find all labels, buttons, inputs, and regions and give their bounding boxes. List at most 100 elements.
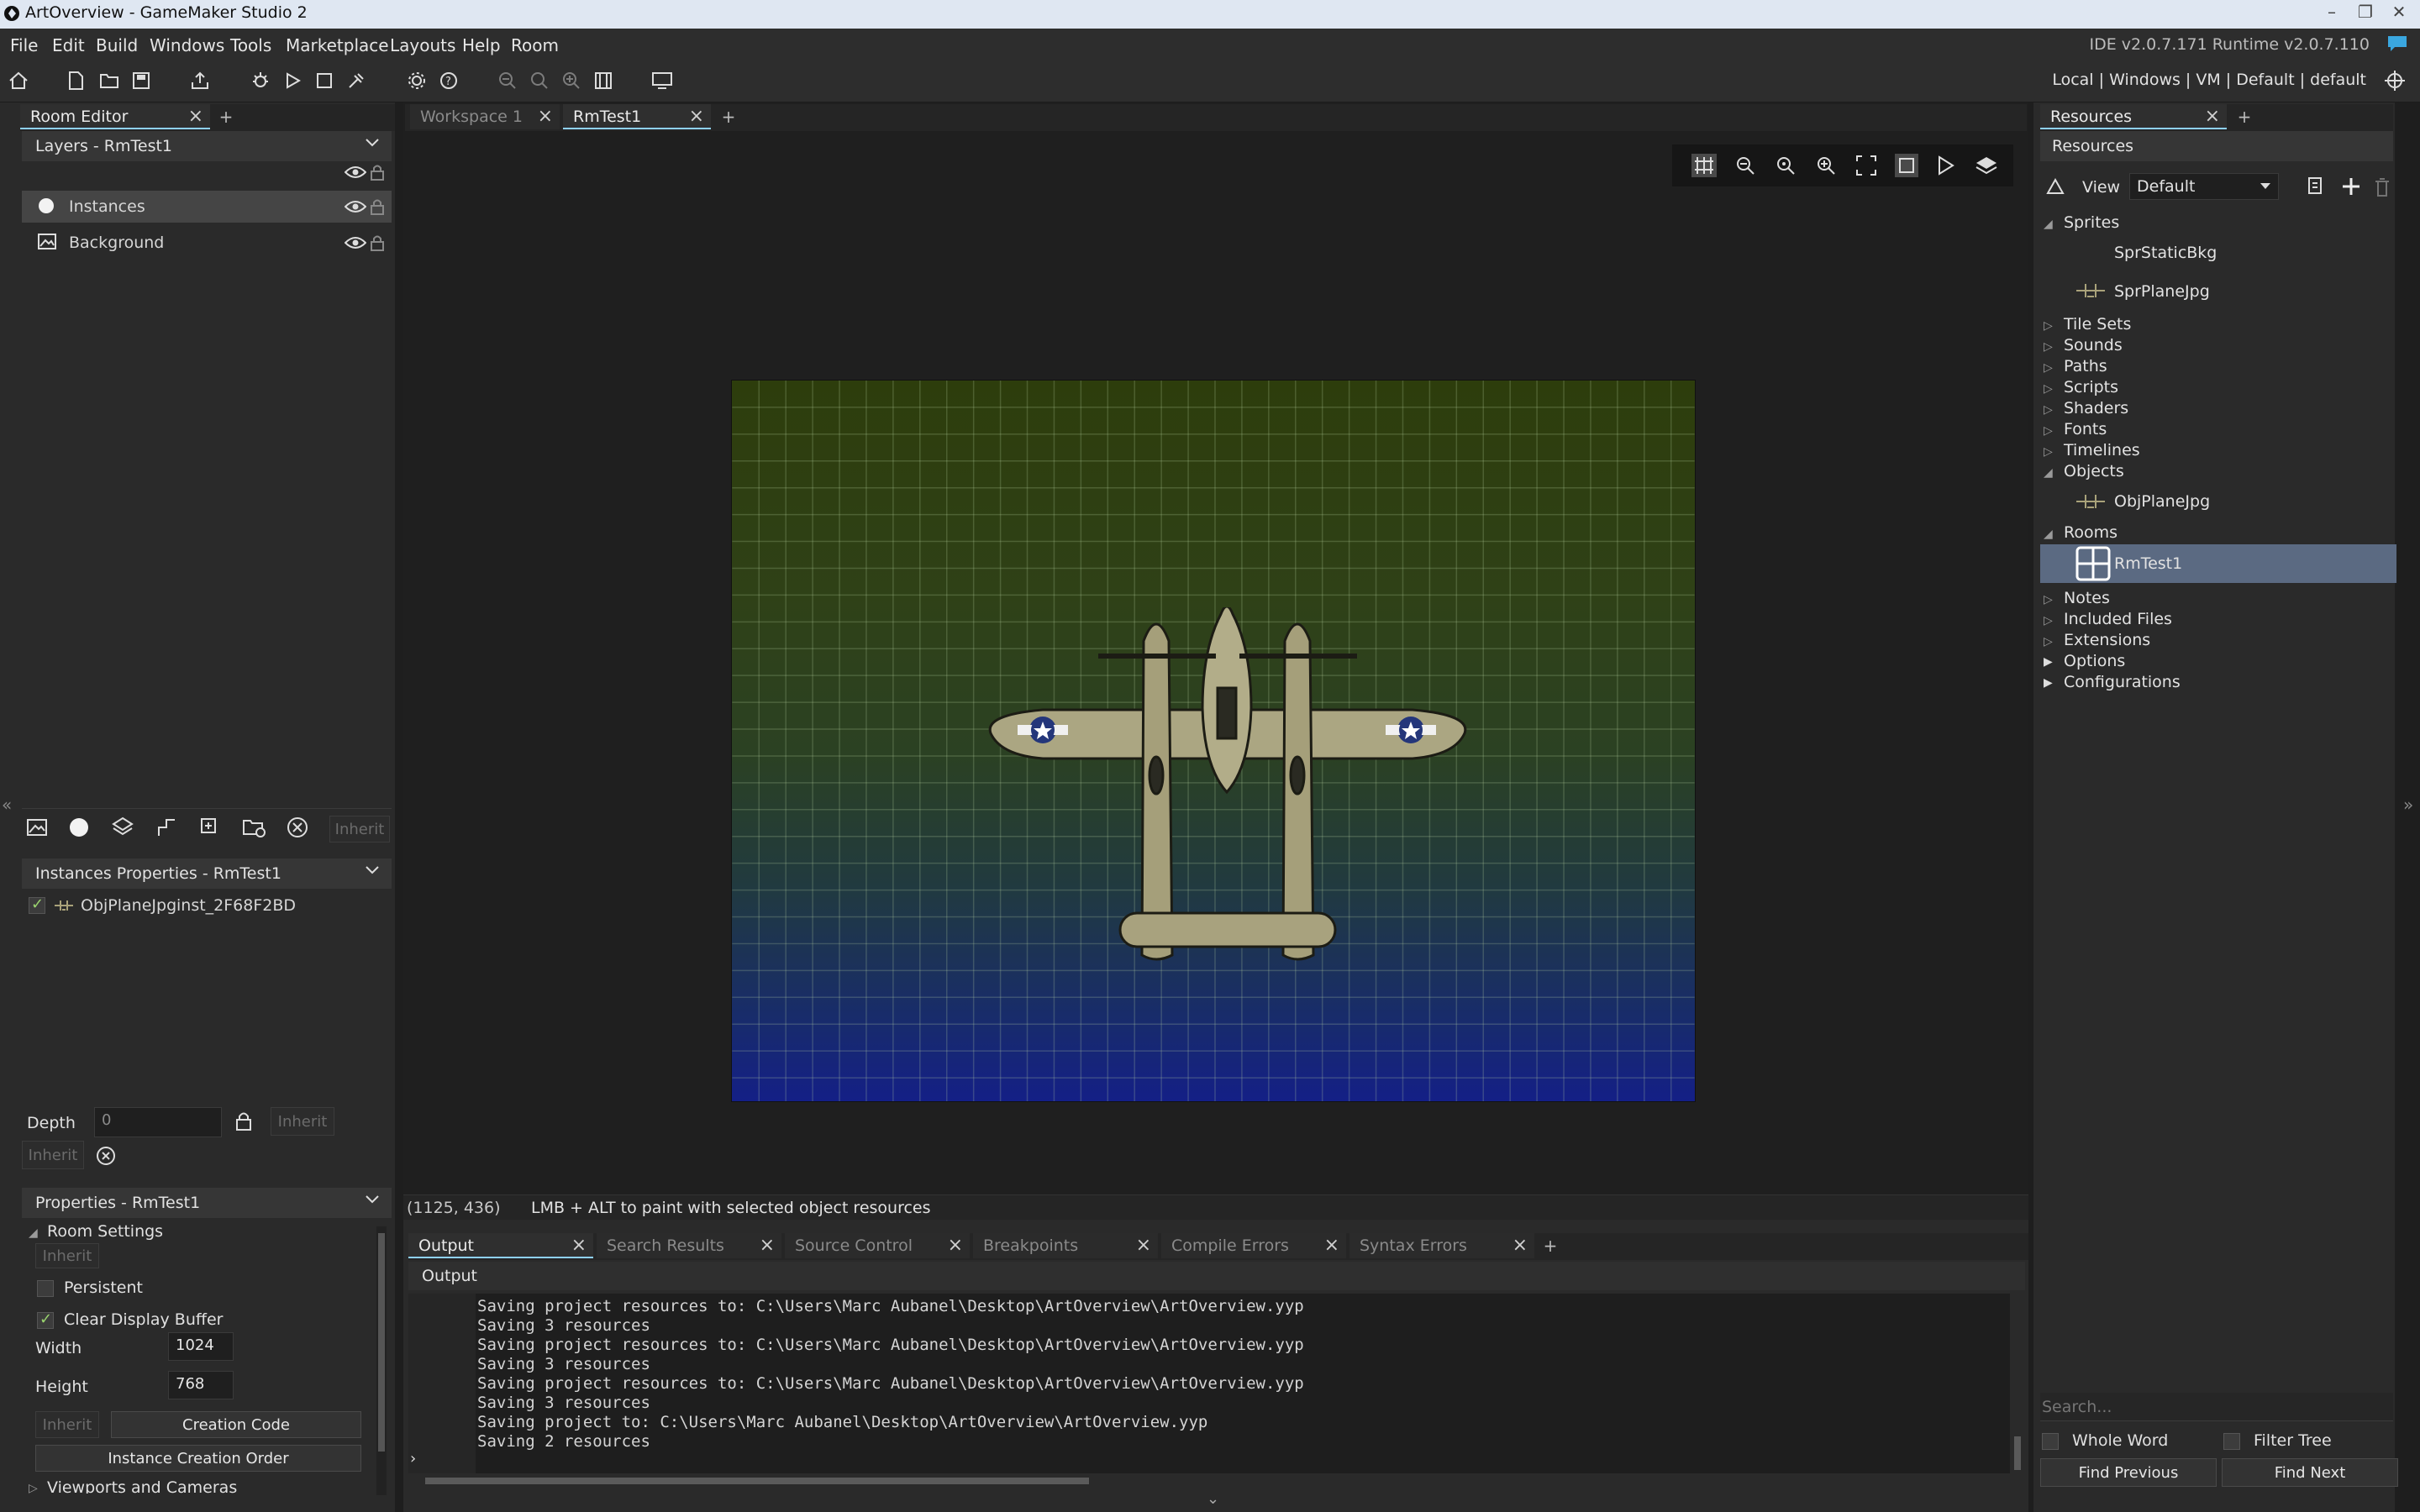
zoom-out-icon[interactable] [494, 67, 521, 94]
close-icon[interactable]: × [188, 106, 203, 127]
lock-icon[interactable] [370, 234, 385, 252]
tree-folder-options[interactable]: Options [2064, 652, 2125, 670]
menu-edit[interactable]: Edit [52, 35, 85, 55]
add-tab-button[interactable]: + [213, 104, 239, 129]
close-icon[interactable]: × [1512, 1235, 1528, 1256]
depth-inherit-button[interactable]: Inherit [271, 1107, 334, 1136]
tree-item-sprplanejpg[interactable]: SprPlaneJpg [2114, 282, 2210, 301]
add-path-layer-icon[interactable] [155, 816, 178, 839]
code-inherit-button[interactable]: Inherit [35, 1411, 99, 1438]
add-resource-icon[interactable] [2341, 176, 2361, 197]
close-icon[interactable]: × [689, 106, 704, 127]
tree-folder-timelines[interactable]: Timelines [2064, 441, 2140, 459]
eye-icon[interactable] [345, 235, 366, 250]
tree-folder-scripts[interactable]: Scripts [2064, 378, 2118, 396]
add-instance-layer-icon[interactable] [67, 816, 91, 839]
menu-help[interactable]: Help [462, 35, 501, 55]
room-canvas[interactable] [731, 380, 1696, 1102]
monitor-icon[interactable] [649, 67, 676, 94]
expanded-triangle-icon[interactable]: ◢ [2044, 528, 2053, 541]
zoom-reset-icon[interactable] [526, 67, 553, 94]
open-project-icon[interactable] [96, 67, 123, 94]
delete-resource-icon[interactable] [2373, 176, 2391, 198]
target-selector[interactable]: Local | Windows | VM | Default | default [2052, 71, 2366, 89]
minimize-button[interactable]: – [2319, 2, 2344, 24]
delete-layer-icon[interactable] [286, 816, 309, 839]
zoom-out-icon[interactable] [1734, 155, 1756, 176]
tree-folder-fonts[interactable]: Fonts [2064, 420, 2107, 438]
tree-folder-paths[interactable]: Paths [2064, 357, 2107, 375]
layer-row-background[interactable]: Background [22, 227, 392, 259]
camera-view-icon[interactable] [1894, 153, 1919, 178]
tree-folder-extensions[interactable]: Extensions [2064, 631, 2150, 649]
find-next-button[interactable]: Find Next [2222, 1458, 2398, 1487]
creation-code-button[interactable]: Creation Code [111, 1411, 361, 1438]
collapsed-triangle-icon[interactable]: ▷ [2044, 593, 2053, 606]
collapse-all-icon[interactable] [2306, 176, 2326, 198]
depth-field[interactable]: 0 [94, 1107, 222, 1137]
play-icon[interactable] [1936, 155, 1956, 176]
tab-compile-errors[interactable]: Compile Errors × [1161, 1233, 1346, 1258]
menu-layouts[interactable]: Layouts [390, 35, 455, 55]
layers-visibility-icon[interactable] [1975, 155, 1998, 176]
tree-folder-notes[interactable]: Notes [2064, 589, 2110, 607]
grid-toggle-icon[interactable] [1691, 153, 1718, 178]
layer-inherit-button[interactable]: Inherit [329, 816, 390, 843]
eye-icon[interactable] [345, 165, 366, 180]
collapsed-triangle-icon[interactable]: ▷ [2044, 319, 2053, 333]
zoom-in-icon[interactable] [1815, 155, 1837, 176]
layers-header[interactable]: Layers - RmTest1 [22, 131, 392, 161]
add-tab-button[interactable]: + [1538, 1233, 1563, 1258]
lock-icon[interactable] [235, 1110, 252, 1132]
zoom-reset-icon[interactable] [1775, 155, 1797, 176]
resource-search-input[interactable] [2040, 1393, 2393, 1421]
settings-gear-icon[interactable] [403, 67, 430, 94]
close-icon[interactable]: × [2205, 106, 2220, 127]
add-tab-button[interactable]: + [2232, 104, 2257, 129]
expand-triangle-icon[interactable]: ▷ [29, 1482, 38, 1495]
collapse-output-icon[interactable]: ⌄ [1207, 1490, 1219, 1508]
clean-icon[interactable] [343, 67, 370, 94]
target-crosshair-icon[interactable] [2381, 67, 2408, 94]
lock-icon[interactable] [370, 163, 385, 181]
tree-folder-rooms[interactable]: Rooms [2064, 523, 2118, 542]
menu-marketplace[interactable]: Marketplace [286, 35, 389, 55]
clear-inherit-icon[interactable] [96, 1146, 116, 1166]
collapse-right-dock-button[interactable]: » [2403, 795, 2413, 815]
expand-triangle-icon[interactable]: ▶ [2044, 676, 2053, 690]
chevron-down-icon[interactable] [365, 1194, 380, 1205]
chevron-down-icon[interactable] [365, 137, 380, 149]
tree-folder-objects[interactable]: Objects [2064, 462, 2124, 480]
close-icon[interactable]: × [538, 106, 553, 127]
menu-build[interactable]: Build [96, 35, 138, 55]
filter-tree-checkbox[interactable] [2223, 1433, 2240, 1450]
tree-item-objplanejpg[interactable]: ObjPlaneJpg [2114, 492, 2210, 511]
whole-word-checkbox[interactable] [2042, 1433, 2059, 1450]
add-layer-folder-icon[interactable] [242, 816, 267, 839]
collapsed-triangle-icon[interactable]: ▷ [2044, 361, 2053, 375]
tree-folder-included-files[interactable]: Included Files [2064, 610, 2172, 628]
stop-icon[interactable] [311, 67, 338, 94]
width-field[interactable]: 1024 [168, 1332, 234, 1361]
add-tab-button[interactable]: + [716, 104, 741, 129]
properties-scrollbar[interactable] [376, 1226, 387, 1495]
tree-folder-configurations[interactable]: Configurations [2064, 673, 2181, 691]
collapsed-triangle-icon[interactable]: ▷ [2044, 403, 2053, 417]
room-inherit-button[interactable]: Inherit [35, 1243, 99, 1268]
tab-search-results[interactable]: Search Results × [597, 1233, 781, 1258]
layer-row-instances[interactable]: Instances [22, 191, 392, 223]
eye-icon[interactable] [345, 199, 366, 214]
expand-triangle-icon[interactable]: ▶ [2044, 655, 2053, 669]
sort-icon[interactable] [2045, 176, 2065, 197]
collapsed-triangle-icon[interactable]: ▷ [2044, 614, 2053, 627]
viewports-cameras-label[interactable]: Viewports and Cameras [47, 1478, 237, 1494]
collapsed-triangle-icon[interactable]: ▷ [2044, 424, 2053, 438]
maximize-button[interactable]: ❐ [2353, 2, 2378, 24]
instance-row[interactable]: ObjPlaneJpg inst_2F68F2BD [22, 890, 392, 922]
tab-rmtest1[interactable]: RmTest1 × [563, 104, 711, 129]
collapsed-triangle-icon[interactable]: ▷ [2044, 445, 2053, 459]
room-settings-label[interactable]: Room Settings [47, 1222, 163, 1241]
expanded-triangle-icon[interactable]: ◢ [2044, 218, 2053, 231]
zoom-in-icon[interactable] [558, 67, 585, 94]
collapse-left-dock-button[interactable]: « [2, 795, 12, 815]
